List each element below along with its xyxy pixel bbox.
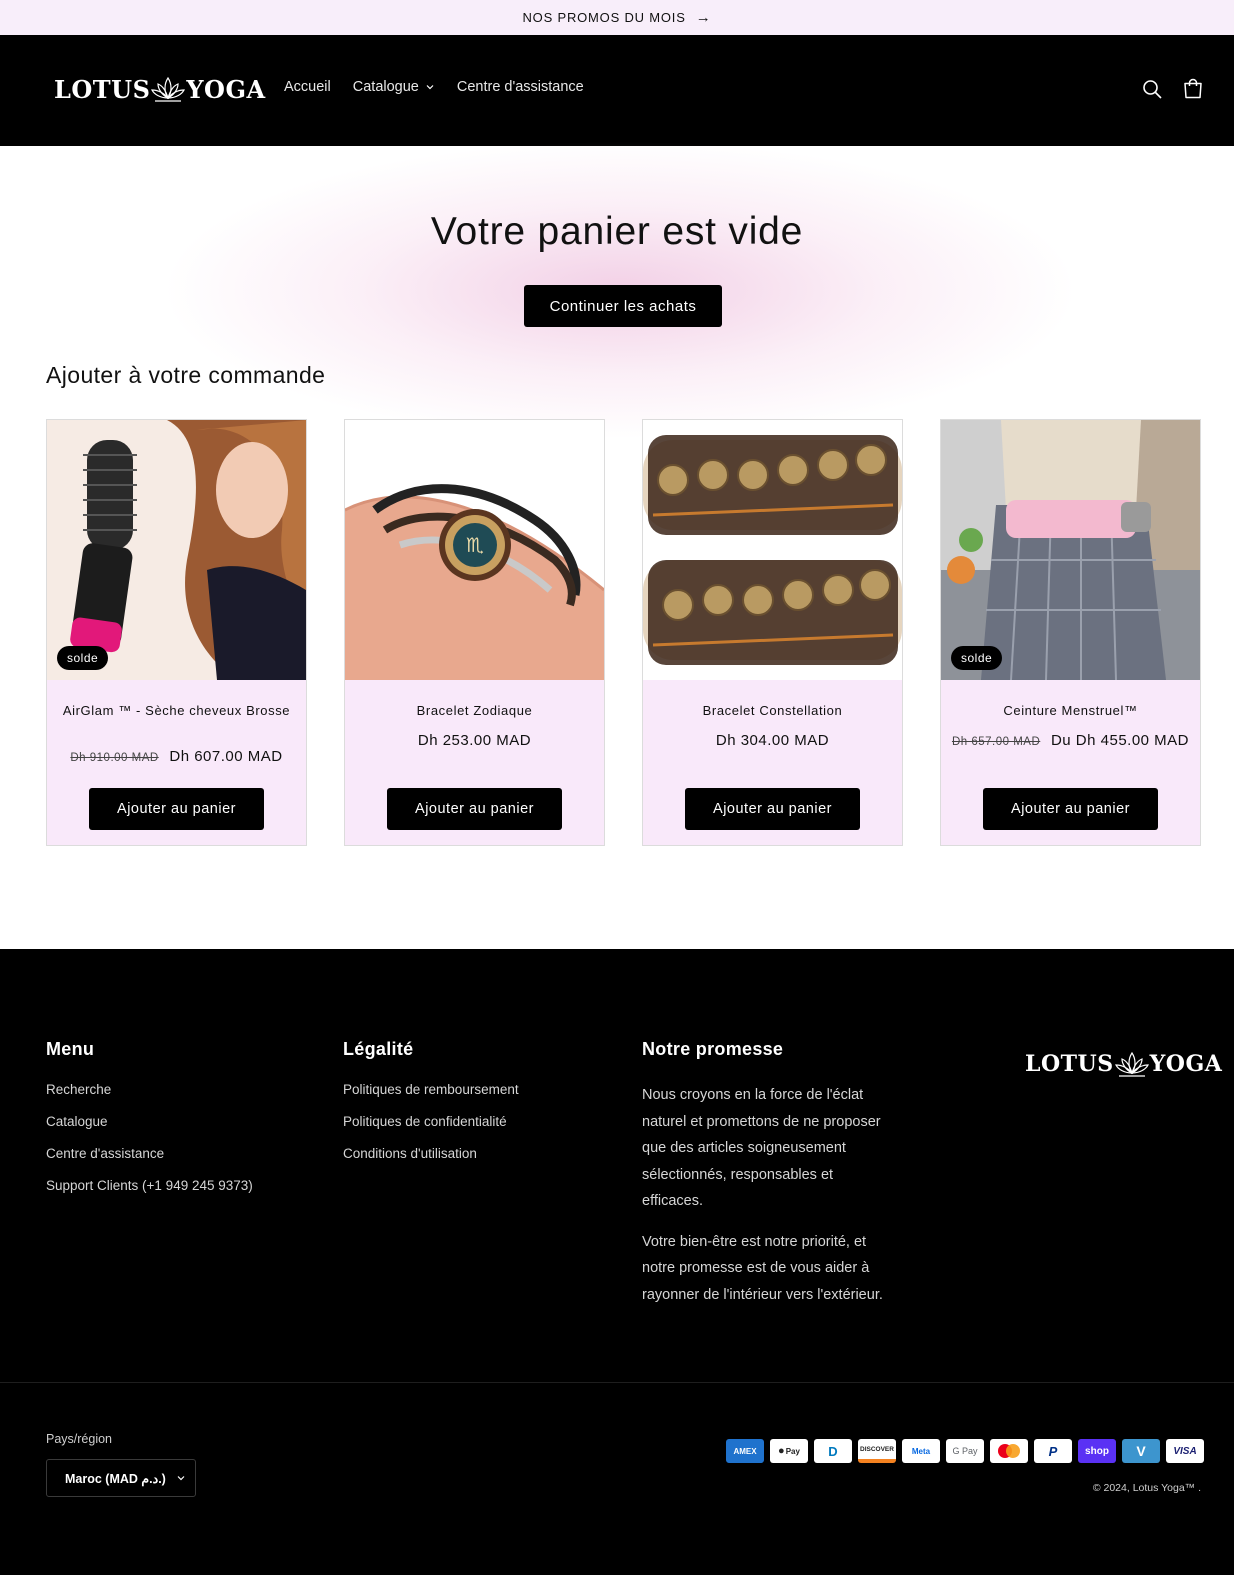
mastercard-icon bbox=[990, 1439, 1028, 1463]
product-price: Dh 910.00 MAD Dh 607.00 MAD bbox=[57, 746, 296, 769]
footer-promise-text: Votre bien-être est notre priorité, et n… bbox=[642, 1233, 883, 1303]
add-to-cart-button[interactable]: Ajouter au panier bbox=[983, 788, 1158, 830]
meta-pay-icon: Meta bbox=[902, 1439, 940, 1463]
footer-link-refund[interactable]: Politiques de remboursement bbox=[343, 1082, 519, 1098]
product-name[interactable]: AirGlam ™ - Sèche cheveux Brosse bbox=[61, 703, 292, 718]
announcement-bar[interactable]: NOS PROMOS DU MOIS → bbox=[0, 0, 1234, 35]
product-sale-price: Dh 607.00 MAD bbox=[169, 748, 283, 765]
logo-text-left: LOTUS bbox=[54, 74, 151, 104]
product-card[interactable]: solde AirGlam ™ - Sèche cheveux Brosse D… bbox=[46, 419, 307, 846]
footer-link-catalog[interactable]: Catalogue bbox=[46, 1114, 253, 1130]
chevron-down-icon bbox=[177, 1476, 185, 1481]
footer-link-help[interactable]: Centre d'assistance bbox=[46, 1146, 253, 1162]
product-old-price: Dh 910.00 MAD bbox=[70, 752, 159, 764]
footer-divider bbox=[0, 1382, 1234, 1383]
visa-icon: VISA bbox=[1166, 1439, 1204, 1463]
country-label: Pays/région bbox=[46, 1432, 113, 1446]
product-name[interactable]: Ceinture Menstruel™ bbox=[955, 703, 1186, 718]
amex-icon: AMEX bbox=[726, 1439, 764, 1463]
main-nav: Accueil Catalogue Centre d'assistance bbox=[284, 79, 584, 95]
arrow-right-icon: → bbox=[695, 9, 712, 26]
footer-link-support[interactable]: Support Clients (+1 949 245 9373) bbox=[46, 1178, 253, 1194]
product-image-zodiac-bracelet[interactable]: ♏ bbox=[345, 420, 604, 680]
paypal-icon: P bbox=[1034, 1439, 1072, 1463]
footer-promise-text: Nous croyons en la force de l'éclat natu… bbox=[642, 1087, 881, 1209]
nav-item-catalog[interactable]: Catalogue bbox=[353, 79, 435, 95]
site-header: LOTUS YOGA Accueil Catalogue Centre d'as… bbox=[0, 35, 1234, 146]
footer-menu-title: Menu bbox=[46, 1039, 95, 1059]
footer-link-terms[interactable]: Conditions d'utilisation bbox=[343, 1146, 519, 1162]
diners-club-icon: D bbox=[814, 1439, 852, 1463]
announcement-text[interactable]: NOS PROMOS DU MOIS bbox=[522, 10, 685, 25]
product-name[interactable]: Bracelet Constellation bbox=[657, 703, 888, 718]
product-sale-price: Du Dh 455.00 MAD bbox=[1050, 732, 1190, 749]
search-icon[interactable] bbox=[1141, 78, 1163, 100]
chevron-down-icon bbox=[426, 85, 434, 90]
lotus-icon bbox=[1114, 1051, 1149, 1077]
product-price: Dh 253.00 MAD bbox=[417, 732, 532, 749]
add-to-cart-button[interactable]: Ajouter au panier bbox=[89, 788, 264, 830]
footer-legal-title: Légalité bbox=[343, 1039, 414, 1059]
footer-promise-title: Notre promesse bbox=[642, 1039, 784, 1059]
payment-icons: AMEX ● Pay D DISCOVER Meta G Pay P shop V… bbox=[726, 1439, 1204, 1463]
footer-legal: Légalité Politiques de remboursement Pol… bbox=[343, 1039, 519, 1178]
product-price: Dh 304.00 MAD bbox=[715, 732, 830, 749]
lotus-icon bbox=[151, 76, 186, 102]
nav-item-catalog-label: Catalogue bbox=[352, 79, 419, 95]
product-image-menstrual-belt[interactable] bbox=[941, 420, 1200, 680]
venmo-icon: V bbox=[1122, 1439, 1160, 1463]
google-pay-icon: G Pay bbox=[946, 1439, 984, 1463]
logo[interactable]: LOTUS YOGA bbox=[54, 69, 266, 109]
add-to-cart-button[interactable]: Ajouter au panier bbox=[685, 788, 860, 830]
footer-menu: Menu Recherche Catalogue Centre d'assist… bbox=[46, 1039, 253, 1210]
footer-logo[interactable]: LOTUS YOGA bbox=[1025, 1049, 1222, 1079]
svg-text:♏: ♏ bbox=[466, 533, 484, 557]
empty-cart-title: Votre panier est vide bbox=[430, 210, 804, 253]
product-name[interactable]: Bracelet Zodiaque bbox=[359, 703, 590, 718]
sale-badge: solde bbox=[57, 646, 109, 670]
country-value: Maroc (MAD د.م.) bbox=[65, 1471, 166, 1486]
logo-text-left: LOTUS bbox=[1025, 1051, 1114, 1077]
nav-item-home[interactable]: Accueil bbox=[284, 79, 331, 95]
nav-item-help[interactable]: Centre d'assistance bbox=[457, 79, 584, 95]
logo-text-right: YOGA bbox=[1149, 1051, 1223, 1077]
upsell-title: Ajouter à votre commande bbox=[46, 362, 326, 388]
logo-text-right: YOGA bbox=[186, 74, 266, 104]
footer-link-privacy[interactable]: Politiques de confidentialité bbox=[343, 1114, 519, 1130]
continue-shopping-button[interactable]: Continuer les achats bbox=[524, 285, 722, 327]
add-to-cart-button[interactable]: Ajouter au panier bbox=[387, 788, 562, 830]
discover-icon: DISCOVER bbox=[858, 1439, 896, 1463]
site-footer: Menu Recherche Catalogue Centre d'assist… bbox=[0, 949, 1234, 1575]
product-old-price: Dh 657.00 MAD bbox=[951, 736, 1041, 748]
shop-pay-icon: shop bbox=[1078, 1439, 1116, 1463]
product-image-hair-brush[interactable] bbox=[47, 420, 306, 680]
apple-pay-label: Pay bbox=[785, 1446, 800, 1456]
copyright: © 2024, Lotus Yoga™ . bbox=[1092, 1482, 1201, 1494]
product-card[interactable]: Bracelet Constellation Dh 304.00 MAD Ajo… bbox=[642, 419, 903, 846]
product-image-constellation-bracelet[interactable] bbox=[643, 420, 902, 680]
footer-promise: Notre promesse Nous croyons en la force … bbox=[642, 1039, 897, 1322]
country-select[interactable]: Maroc (MAD د.م.) bbox=[46, 1459, 196, 1497]
footer-link-search[interactable]: Recherche bbox=[46, 1082, 253, 1098]
product-price: Dh 657.00 MAD Du Dh 455.00 MAD bbox=[951, 730, 1190, 753]
sale-badge: solde bbox=[951, 646, 1003, 670]
product-card[interactable]: ♏ Bracelet Zodiaque Dh 253.00 MAD Ajoute… bbox=[344, 419, 605, 846]
product-card[interactable]: solde Ceinture Menstruel™ Dh 657.00 MAD … bbox=[940, 419, 1201, 846]
apple-pay-icon: ● Pay bbox=[770, 1439, 808, 1463]
cart-icon[interactable] bbox=[1182, 78, 1204, 100]
